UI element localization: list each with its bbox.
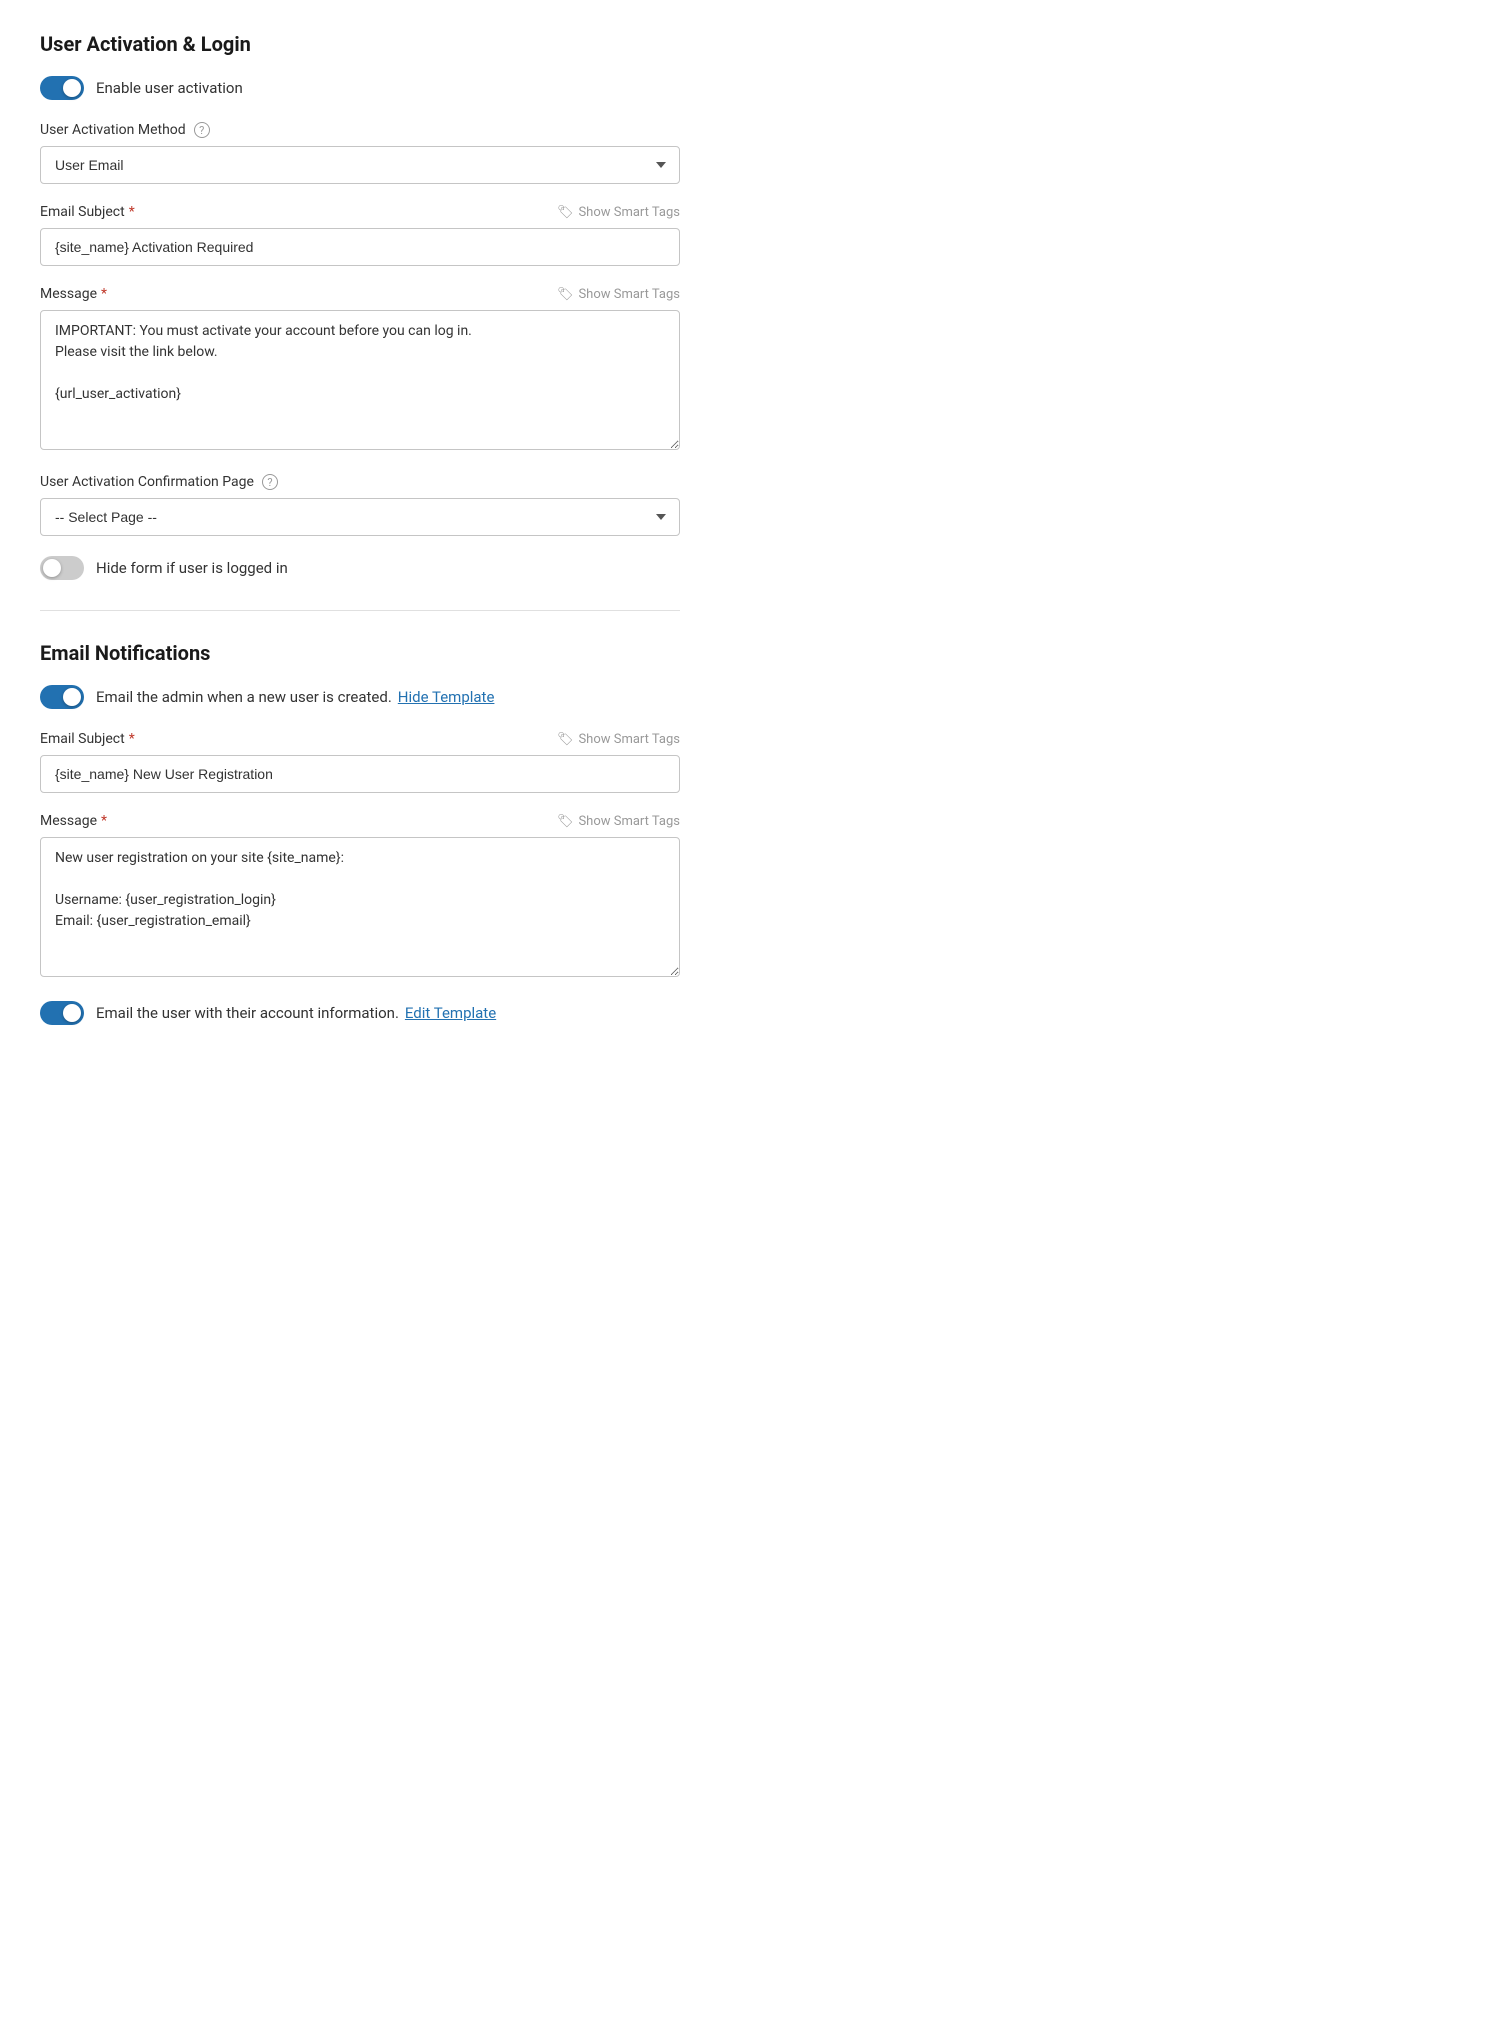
confirmation-page-select[interactable]: -- Select Page -- bbox=[40, 498, 680, 536]
admin-email-subject-label-row: Email Subject * 🏷 Show Smart Tags bbox=[40, 731, 680, 747]
activation-method-help-icon[interactable]: ? bbox=[194, 122, 210, 138]
activation-message-group: Message * 🏷 Show Smart Tags IMPORTANT: Y… bbox=[40, 286, 680, 454]
confirmation-page-label: User Activation Confirmation Page ? bbox=[40, 474, 278, 490]
admin-email-subject-label: Email Subject * bbox=[40, 731, 135, 747]
admin-email-label: Email the admin when a new user is creat… bbox=[96, 688, 494, 706]
email-subject-input[interactable] bbox=[40, 228, 680, 266]
section-divider bbox=[40, 610, 680, 611]
activation-method-select[interactable]: User Email Email Confirmation Admin Appr… bbox=[40, 146, 680, 184]
activation-message-label-row: Message * 🏷 Show Smart Tags bbox=[40, 286, 680, 302]
tag-icon: 🏷 bbox=[557, 814, 574, 829]
activation-message-textarea[interactable]: IMPORTANT: You must activate your accoun… bbox=[40, 310, 680, 450]
hide-form-label: Hide form if user is logged in bbox=[96, 559, 288, 577]
admin-email-subject-group: Email Subject * 🏷 Show Smart Tags bbox=[40, 731, 680, 793]
admin-message-label-row: Message * 🏷 Show Smart Tags bbox=[40, 813, 680, 829]
enable-activation-label: Enable user activation bbox=[96, 79, 243, 97]
hide-form-toggle[interactable] bbox=[40, 556, 84, 580]
activation-section: User Activation & Login Enable user acti… bbox=[40, 32, 680, 580]
activation-method-select-wrapper: User Email Email Confirmation Admin Appr… bbox=[40, 146, 680, 184]
admin-email-toggle[interactable] bbox=[40, 685, 84, 709]
admin-email-subject-input[interactable] bbox=[40, 755, 680, 793]
email-subject-label-row: Email Subject * 🏷 Show Smart Tags bbox=[40, 204, 680, 220]
admin-email-subject-required: * bbox=[129, 731, 135, 747]
tag-icon: 🏷 bbox=[557, 732, 574, 747]
email-subject-group: Email Subject * 🏷 Show Smart Tags bbox=[40, 204, 680, 266]
enable-activation-toggle[interactable] bbox=[40, 76, 84, 100]
confirmation-page-select-wrapper: -- Select Page -- bbox=[40, 498, 680, 536]
user-email-label: Email the user with their account inform… bbox=[96, 1004, 496, 1022]
hide-template-link[interactable]: Hide Template bbox=[398, 688, 495, 706]
tag-icon: 🏷 bbox=[557, 205, 574, 220]
notifications-section: Email Notifications Email the admin when… bbox=[40, 641, 680, 1025]
admin-email-subject-smart-tags-link[interactable]: 🏷 Show Smart Tags bbox=[557, 732, 680, 747]
activation-method-label-row: User Activation Method ? bbox=[40, 122, 680, 138]
tag-icon: 🏷 bbox=[557, 287, 574, 302]
edit-template-link[interactable]: Edit Template bbox=[405, 1004, 496, 1022]
user-email-toggle[interactable] bbox=[40, 1001, 84, 1025]
activation-message-required: * bbox=[101, 286, 107, 302]
admin-message-textarea[interactable]: New user registration on your site {site… bbox=[40, 837, 680, 977]
enable-activation-row: Enable user activation bbox=[40, 76, 680, 100]
activation-message-smart-tags-link[interactable]: 🏷 Show Smart Tags bbox=[557, 287, 680, 302]
activation-section-title: User Activation & Login bbox=[40, 32, 680, 56]
confirmation-page-label-row: User Activation Confirmation Page ? bbox=[40, 474, 680, 490]
activation-message-label: Message * bbox=[40, 286, 107, 302]
email-subject-required: * bbox=[129, 204, 135, 220]
confirmation-page-help-icon[interactable]: ? bbox=[262, 474, 278, 490]
admin-message-required: * bbox=[101, 813, 107, 829]
activation-method-group: User Activation Method ? User Email Emai… bbox=[40, 122, 680, 184]
admin-message-smart-tags-link[interactable]: 🏷 Show Smart Tags bbox=[557, 814, 680, 829]
hide-form-row: Hide form if user is logged in bbox=[40, 556, 680, 580]
admin-message-group: Message * 🏷 Show Smart Tags New user reg… bbox=[40, 813, 680, 981]
email-subject-smart-tags-link[interactable]: 🏷 Show Smart Tags bbox=[557, 205, 680, 220]
notifications-section-title: Email Notifications bbox=[40, 641, 680, 665]
activation-method-label: User Activation Method ? bbox=[40, 122, 210, 138]
admin-email-row: Email the admin when a new user is creat… bbox=[40, 685, 680, 709]
admin-message-label: Message * bbox=[40, 813, 107, 829]
confirmation-page-group: User Activation Confirmation Page ? -- S… bbox=[40, 474, 680, 536]
user-email-row: Email the user with their account inform… bbox=[40, 1001, 680, 1025]
email-subject-label: Email Subject * bbox=[40, 204, 135, 220]
